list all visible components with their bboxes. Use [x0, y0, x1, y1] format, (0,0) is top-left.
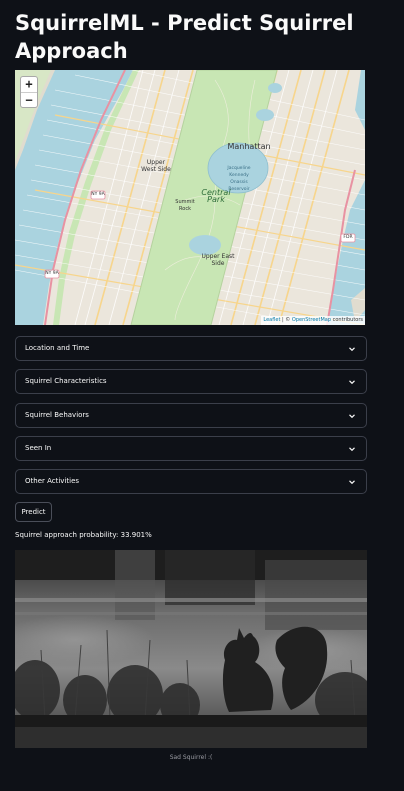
expander-label: Other Activities: [25, 477, 80, 485]
attribution-separator: | ©: [280, 317, 292, 323]
attribution-tail: contributors: [331, 317, 363, 323]
leaflet-link[interactable]: Leaflet: [263, 317, 280, 323]
expander-other-activities[interactable]: Other Activities: [15, 469, 367, 494]
map-label-summit-rock: Summit Rock: [175, 199, 195, 212]
zoom-out-button[interactable]: −: [21, 92, 37, 107]
map-attribution: Leaflet | © OpenStreetMap contributors: [261, 316, 365, 325]
expander-label: Squirrel Characteristics: [25, 377, 107, 385]
expander-location-and-time[interactable]: Location and Time: [15, 336, 367, 361]
prediction-result: Squirrel approach probability: 33.901%: [15, 531, 152, 539]
expander-label: Location and Time: [25, 344, 90, 352]
chevron-down-icon: [349, 480, 355, 485]
expander-squirrel-characteristics[interactable]: Squirrel Characteristics: [15, 369, 367, 394]
map-shield-fdr: FDR: [343, 235, 353, 240]
map-shield-ny9a-bottom: NY 9A: [45, 271, 59, 276]
map-label-upper-west-side: Upper West Side: [141, 159, 171, 173]
chevron-down-icon: [349, 447, 355, 452]
map-label-reservoir: Jacqueline Kennedy Onassis Reservoir: [227, 166, 251, 192]
chevron-down-icon: [349, 380, 355, 385]
chevron-down-icon: [349, 414, 355, 419]
map-zoom-control: + −: [20, 76, 38, 108]
map-shield-ny9a-top: NY 9A: [91, 192, 105, 197]
app-page: SquirrelML - Predict Squirrel Approach M…: [0, 0, 404, 791]
chevron-down-icon: [349, 347, 355, 352]
expander-squirrel-behaviors[interactable]: Squirrel Behaviors: [15, 403, 367, 428]
zoom-in-button[interactable]: +: [21, 77, 37, 92]
expander-seen-in[interactable]: Seen In: [15, 436, 367, 461]
image-caption: Sad Squirrel :(: [169, 754, 213, 761]
map-label-manhattan: Manhattan: [227, 142, 271, 151]
squirrel-image: [15, 550, 367, 748]
predict-button[interactable]: Predict: [15, 502, 52, 522]
map-label-upper-east-side: Upper East Side: [201, 253, 235, 267]
expander-label: Squirrel Behaviors: [25, 411, 89, 419]
squirrel-photo: [15, 550, 367, 748]
page-title: SquirrelML - Predict Squirrel Approach: [15, 11, 354, 63]
map-tiles[interactable]: [15, 70, 365, 325]
expander-label: Seen In: [25, 444, 52, 452]
map-view[interactable]: Manhattan Upper West Side Upper East Sid…: [15, 70, 365, 325]
osm-link[interactable]: OpenStreetMap: [292, 317, 331, 323]
